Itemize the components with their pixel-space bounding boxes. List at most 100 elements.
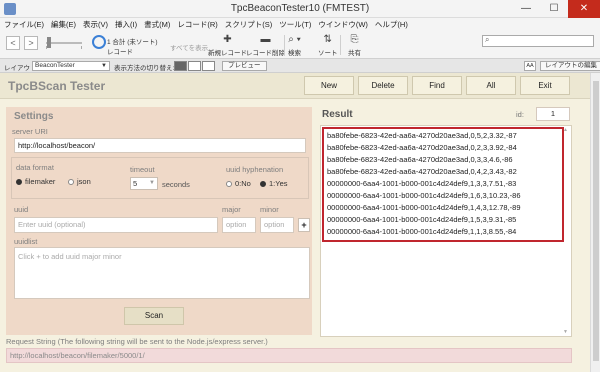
sort-button[interactable]: ⇅ ソート [318,34,338,57]
form-view-button[interactable] [174,61,187,71]
toolbar-separator [284,35,285,55]
data-format-label: data format [16,163,54,172]
menu-file[interactable]: ファイル(E) [4,18,44,31]
find-button[interactable]: Find [412,76,462,95]
magnifier-icon: ⌕ ▾ [288,34,301,45]
add-uuid-button[interactable]: + [298,218,310,232]
format-json-label: json [77,177,91,186]
sort-label: ソート [318,50,338,57]
hyphen-no-label: 0:No [235,179,251,188]
app-title: TpcBScan Tester [8,79,106,93]
delete-button[interactable]: Delete [358,76,408,95]
all-button[interactable]: All [466,76,516,95]
window-scrollbar[interactable] [590,73,600,372]
layout-select[interactable]: BeaconTester ▼ [32,61,110,71]
menu-bar: ファイル(E) 編集(E) 表示(V) 挿入(I) 書式(M) レコード(R) … [0,18,600,31]
share-button[interactable]: ⎘ 共有 [348,34,361,57]
menu-edit[interactable]: 編集(E) [51,18,76,31]
new-button[interactable]: New [304,76,354,95]
layout-bar: レイアウト: BeaconTester ▼ 表示方法の切り替え: プレビュー A… [0,59,600,73]
table-view-button[interactable] [202,61,215,71]
toolbar-separator [340,35,341,55]
result-line: ba80febe-6823-42ed-aa6a-4270d20ae3ad,0,2… [327,143,517,152]
result-scrollbar[interactable]: ▲ ▼ [563,127,570,335]
radio-selected-icon [260,181,266,187]
next-record-button[interactable]: > [24,36,38,50]
major-input[interactable]: option [222,217,256,233]
request-string-label: Request String (The following string wil… [6,337,268,346]
show-all-button[interactable]: すべてを表示 [170,42,208,52]
maximize-button[interactable]: ☐ [540,0,568,18]
result-line: 00000000-6aa4-1001-b000-001c4d24def9,1,1… [327,227,517,236]
chevron-down-icon: ▼ [149,180,155,186]
format-bar-button[interactable]: AA [524,61,536,71]
result-line: ba80febe-6823-42ed-aa6a-4270d20ae3ad,0,4… [327,167,517,176]
exit-button[interactable]: Exit [520,76,570,95]
share-label: 共有 [348,50,361,57]
uuid-input[interactable]: Enter uuid (optional) [14,217,218,233]
record-count: 1 合計 (未ソート) [107,39,158,46]
server-uri-input[interactable]: http://localhost/beacon/ [14,138,306,153]
chevron-down-icon: ▼ [101,63,107,69]
hyphen-yes-label: 1:Yes [269,179,288,188]
view-switcher [174,61,216,71]
result-title: Result [322,109,353,120]
content-area: TpcBScan Tester New Delete Find All Exit… [0,73,600,372]
record-slider-scale [46,46,82,49]
result-line: 00000000-6aa4-1001-b000-001c4d24def9,1,4… [327,203,521,212]
preview-button[interactable]: プレビュー [222,61,267,71]
minor-input[interactable]: option [260,217,294,233]
result-list[interactable]: ba80febe-6823-42ed-aa6a-4270d20ae3ad,0,5… [322,127,564,242]
settings-title: Settings [14,111,54,122]
major-label: major [222,205,241,214]
menu-scripts[interactable]: スクリプト(S) [225,18,273,31]
list-view-button[interactable] [188,61,201,71]
minor-label: minor [260,205,279,214]
radio-selected-icon [16,179,22,185]
hyphen-no-radio[interactable]: 0:No [226,179,251,188]
radio-unselected-icon [226,181,232,187]
uuid-label: uuid [14,205,29,214]
minimize-button[interactable]: — [512,0,540,18]
scrollbar-thumb[interactable] [593,81,599,361]
menu-view[interactable]: 表示(V) [83,18,108,31]
view-as-label: 表示方法の切り替え: [114,65,175,72]
hyphen-yes-radio[interactable]: 1:Yes [260,179,288,188]
menu-insert[interactable]: 挿入(I) [115,18,137,31]
menu-help[interactable]: ヘルプ(H) [375,18,408,31]
menu-format[interactable]: 書式(M) [144,18,170,31]
quick-find-input[interactable]: ⌕ [482,35,594,47]
menu-records[interactable]: レコード(R) [177,18,217,31]
share-icon: ⎘ [350,34,359,45]
new-record-label: 新規レコード [208,50,247,57]
scroll-down-icon: ▼ [563,329,568,335]
sort-icon: ⇅ [323,34,332,45]
record-slider[interactable] [46,42,82,44]
window-title: TpcBeaconTester10 (FMTEST) [230,3,370,14]
scan-button[interactable]: Scan [124,307,184,325]
menu-window[interactable]: ウインドウ(W) [318,18,368,31]
id-label: id: [516,110,524,119]
new-record-button[interactable]: ✚ 新規レコード [208,34,247,57]
search-label: 検索 [288,50,301,57]
layout-select-value: BeaconTester [35,62,75,69]
uuid-hyphenation-label: uuid hyphenation [226,165,284,174]
result-line: 00000000-6aa4-1001-b000-001c4d24def9,1,5… [327,215,517,224]
result-line: ba80febe-6823-42ed-aa6a-4270d20ae3ad,0,3… [327,155,513,164]
timeout-select[interactable]: 5 ▼ [130,177,158,190]
uuidlist-field[interactable]: Click + to add uuid major minor [14,247,310,299]
format-json-radio[interactable]: json [68,177,91,186]
id-field[interactable]: 1 [536,107,570,121]
request-string-field[interactable]: http://localhost/beacon/filemaker/5000/1… [6,348,572,363]
options-box [11,157,309,199]
search-button[interactable]: ⌕ ▾ 検索 [288,34,301,57]
toolbar: < > 1 合計 (未ソート) レコード すべてを表示 ✚ 新規レコード ▬ レ… [0,31,600,59]
format-filemaker-radio[interactable]: filemaker [16,177,55,186]
format-filemaker-label: filemaker [25,177,56,186]
result-line: ba80febe-6823-42ed-aa6a-4270d20ae3ad,0,5… [327,131,517,140]
menu-tools[interactable]: ツール(T) [279,18,311,31]
delete-record-button[interactable]: ▬ レコード削除 [246,34,285,57]
close-button[interactable]: ✕ [568,0,600,18]
prev-record-button[interactable]: < [6,36,20,50]
edit-layout-button[interactable]: レイアウトの編集 [540,61,600,71]
